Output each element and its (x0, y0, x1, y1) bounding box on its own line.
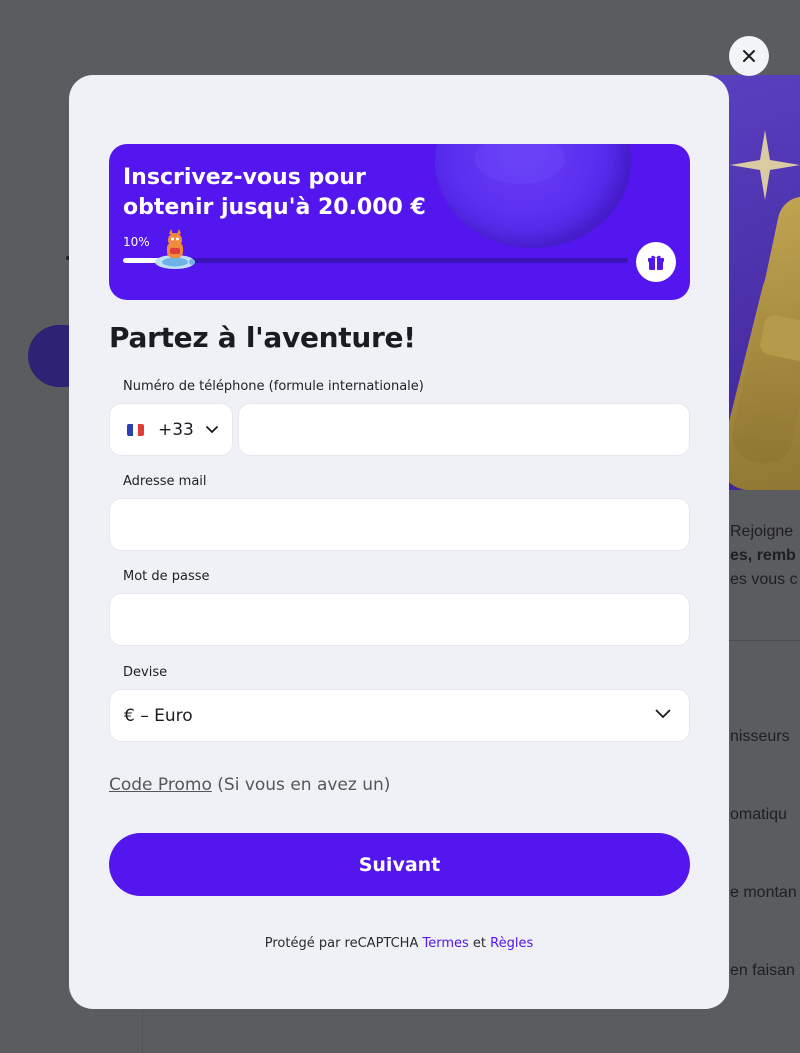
banner-title: Inscrivez-vous pour obtenir jusqu'à 20.0… (123, 165, 426, 220)
progress-percent: 10% (123, 235, 150, 249)
background-text-line: es, remb (730, 547, 796, 564)
signup-modal: Inscrivez-vous pour obtenir jusqu'à 20.0… (69, 75, 729, 1009)
currency-select[interactable]: € – Euro (109, 689, 690, 742)
and-text: et (472, 936, 487, 951)
background-text-line: en faisan (730, 962, 795, 979)
country-code-value: +33 (158, 419, 194, 440)
promo-code-row: Code Promo (Si vous en avez un) (109, 775, 390, 795)
background-text-line: nisseurs (730, 728, 790, 745)
promo-code-link[interactable]: Code Promo (109, 775, 212, 795)
next-button[interactable]: Suivant (109, 833, 690, 896)
gift-icon (648, 255, 664, 270)
promo-code-hint: (Si vous en avez un) (217, 775, 391, 795)
close-button[interactable] (729, 36, 769, 76)
password-label: Mot de passe (123, 569, 210, 584)
recaptcha-text: Protégé par reCAPTCHA (264, 936, 419, 951)
currency-value: € – Euro (124, 705, 193, 726)
phone-input[interactable] (238, 403, 690, 456)
phone-label: Numéro de téléphone (formule internation… (123, 379, 424, 394)
sparkle-icon (730, 130, 800, 200)
background-text-line: omatiqu (730, 806, 787, 823)
background-text-line: e montan (730, 884, 797, 901)
close-icon (743, 50, 755, 62)
currency-label: Devise (123, 665, 168, 680)
gift-button[interactable] (636, 242, 676, 282)
background-divider (142, 1008, 143, 1053)
chevron-down-icon (205, 425, 218, 433)
background-text-line: es vous c (730, 571, 798, 588)
email-input[interactable] (109, 498, 690, 551)
country-code-select[interactable]: +33 (109, 403, 233, 456)
rules-link[interactable]: Règles (490, 936, 533, 951)
password-input[interactable] (109, 593, 690, 646)
planet-illustration (435, 144, 631, 248)
bonus-progress-bar (123, 258, 628, 263)
email-label: Adresse mail (123, 474, 207, 489)
background-text-line: Rejoigne (730, 523, 794, 540)
bonus-banner: Inscrivez-vous pour obtenir jusqu'à 20.0… (109, 144, 690, 300)
chevron-down-icon (655, 709, 671, 719)
terms-link[interactable]: Termes (422, 936, 468, 951)
france-flag-icon (127, 423, 144, 436)
page-title: Partez à l'aventure! (109, 321, 416, 354)
recaptcha-notice: Protégé par reCAPTCHA Termes et Règles (69, 936, 729, 951)
rocket-mascot-icon (155, 229, 195, 269)
